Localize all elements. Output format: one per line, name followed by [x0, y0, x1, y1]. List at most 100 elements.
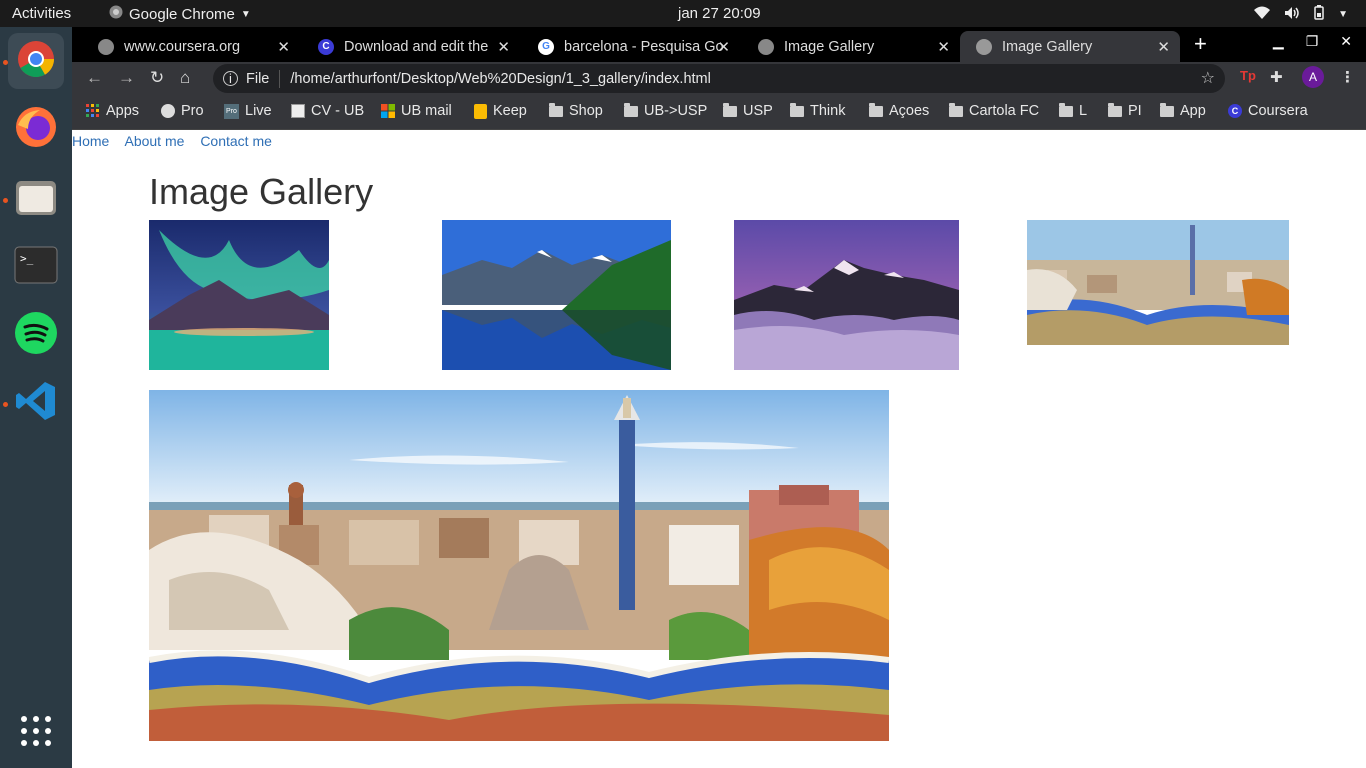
extension-tp-icon[interactable]: Tp [1240, 68, 1256, 83]
nav-about-link[interactable]: About me [124, 133, 184, 149]
gallery-image-park-guell-large[interactable] [149, 390, 889, 741]
firefox-icon [14, 105, 58, 154]
close-icon[interactable]: ✕ [497, 38, 510, 56]
chevron-down-icon: ▼ [240, 8, 251, 20]
running-indicator [3, 402, 8, 407]
dock-spotify[interactable] [8, 307, 64, 363]
gallery-image-park-guell-small[interactable] [1027, 220, 1289, 345]
wifi-icon [1254, 6, 1271, 24]
bookmark-star-icon[interactable]: ☆ [1201, 68, 1215, 88]
bookmark-label: Shop [569, 103, 603, 119]
dock-files[interactable] [8, 171, 64, 227]
close-window-icon[interactable]: ✕ [1340, 33, 1352, 50]
divider [279, 69, 281, 88]
system-tray[interactable]: ▼ [1254, 5, 1348, 24]
chrome-small-icon [109, 5, 123, 23]
page-title: Image Gallery [149, 171, 374, 212]
bookmark-coursera[interactable]: C Coursera [1228, 103, 1308, 119]
google-icon: G [538, 38, 554, 55]
bookmark-folder-l[interactable]: L [1059, 102, 1087, 119]
bookmark-folder-think[interactable]: Think [790, 102, 846, 119]
bookmark-apps[interactable]: Apps [86, 103, 139, 119]
terminal-icon: >_ [14, 246, 58, 289]
window-controls: ▁ ❐ ✕ [1273, 33, 1366, 50]
gallery-image-aurora[interactable] [149, 220, 329, 370]
bookmark-folder-app[interactable]: App [1160, 102, 1206, 119]
url-text[interactable]: /home/arthurfont/Desktop/Web%20Design/1_… [290, 71, 710, 87]
gallery-image-everest[interactable] [734, 220, 959, 370]
close-icon[interactable]: ✕ [1157, 38, 1170, 56]
coursera-icon: C [1228, 104, 1242, 118]
bookmarks-bar: Apps Pro Pro Live CV - UB UB mail Keep S… [72, 95, 1366, 130]
tab-title: barcelona - Pesquisa Go [564, 38, 724, 55]
battery-icon [1314, 5, 1324, 24]
apps-grid-icon [86, 104, 99, 117]
dock-firefox[interactable] [8, 101, 64, 157]
app-grid-icon [20, 715, 52, 752]
new-tab-button[interactable]: + [1194, 31, 1207, 57]
back-icon[interactable]: ← [86, 68, 103, 88]
minimize-icon[interactable]: ▁ [1273, 33, 1284, 50]
show-apps-button[interactable] [8, 705, 64, 761]
forward-icon[interactable]: → [118, 68, 135, 88]
bookmark-pro[interactable]: Pro [161, 103, 204, 119]
keep-icon [474, 103, 487, 119]
site-nav: Home About me Contact me [72, 133, 284, 149]
bookmark-live[interactable]: Pro Live [224, 103, 272, 119]
address-bar[interactable]: i File /home/arthurfont/Desktop/Web%20De… [213, 64, 1225, 93]
tab-download[interactable]: C Download and edit the ✕ [302, 31, 520, 62]
tab-title: Image Gallery [1002, 38, 1093, 55]
vscode-icon [14, 379, 58, 428]
gallery-image-mountain-lake[interactable] [442, 220, 671, 370]
scheme-label: File [246, 70, 270, 87]
close-icon[interactable]: ✕ [937, 38, 950, 56]
activities-button[interactable]: Activities [12, 5, 71, 22]
folder-icon [869, 102, 883, 117]
reload-icon[interactable]: ↻ [150, 68, 164, 88]
nav-home-link[interactable]: Home [72, 133, 109, 149]
extensions-puzzle-icon[interactable]: ✚ [1270, 68, 1283, 86]
bookmark-folder-pi[interactable]: PI [1108, 102, 1142, 119]
clock[interactable]: jan 27 20:09 [678, 5, 761, 22]
toolbar: ← → ↻ ⌂ i File /home/arthurfont/Desktop/… [72, 62, 1366, 95]
maximize-icon[interactable]: ❐ [1306, 33, 1319, 50]
dock-terminal[interactable]: >_ [8, 239, 64, 295]
bookmark-label: Think [810, 103, 846, 119]
tab-title: www.coursera.org [124, 38, 241, 55]
bookmark-label: UB->USP [644, 103, 708, 119]
avatar[interactable]: A [1302, 66, 1324, 88]
cv-icon [291, 104, 305, 118]
folder-icon [549, 102, 563, 117]
bookmark-folder-usp[interactable]: USP [723, 102, 773, 119]
close-icon[interactable]: ✕ [717, 38, 730, 56]
globe-icon [161, 104, 175, 118]
close-icon[interactable]: ✕ [277, 38, 290, 56]
bookmark-folder-shop[interactable]: Shop [549, 102, 603, 119]
folder-icon [723, 102, 737, 117]
folder-icon [624, 102, 638, 117]
dock-chrome[interactable] [8, 33, 64, 89]
nav-contact-link[interactable]: Contact me [200, 133, 272, 149]
globe-icon [758, 38, 774, 55]
bookmark-keep[interactable]: Keep [474, 103, 527, 119]
tab-coursera[interactable]: www.coursera.org ✕ [82, 31, 300, 62]
bookmark-folder-ub-usp[interactable]: UB->USP [624, 102, 708, 119]
bookmark-cv-ub[interactable]: CV - UB [291, 103, 364, 119]
bookmark-label: USP [743, 103, 773, 119]
app-menu[interactable]: Google Chrome ▼ [109, 5, 251, 23]
home-icon[interactable]: ⌂ [180, 68, 190, 88]
tab-barcelona[interactable]: G barcelona - Pesquisa Go ✕ [522, 31, 740, 62]
app-name: Google Chrome [129, 5, 235, 23]
bookmark-folder-acoes[interactable]: Açoes [869, 102, 929, 119]
files-icon [14, 177, 58, 222]
running-indicator [3, 198, 8, 203]
menu-kebab-icon[interactable]: ⋮ [1340, 68, 1355, 86]
tab-image-gallery-active[interactable]: Image Gallery ✕ [960, 31, 1180, 62]
bookmark-folder-cartola[interactable]: Cartola FC [949, 102, 1039, 119]
microsoft-icon [381, 104, 395, 118]
bookmark-ub-mail[interactable]: UB mail [381, 103, 452, 119]
bookmark-label: App [1180, 103, 1206, 119]
dock-vscode[interactable] [8, 375, 64, 431]
tab-image-gallery-1[interactable]: Image Gallery ✕ [742, 31, 960, 62]
bookmark-label: PI [1128, 103, 1142, 119]
